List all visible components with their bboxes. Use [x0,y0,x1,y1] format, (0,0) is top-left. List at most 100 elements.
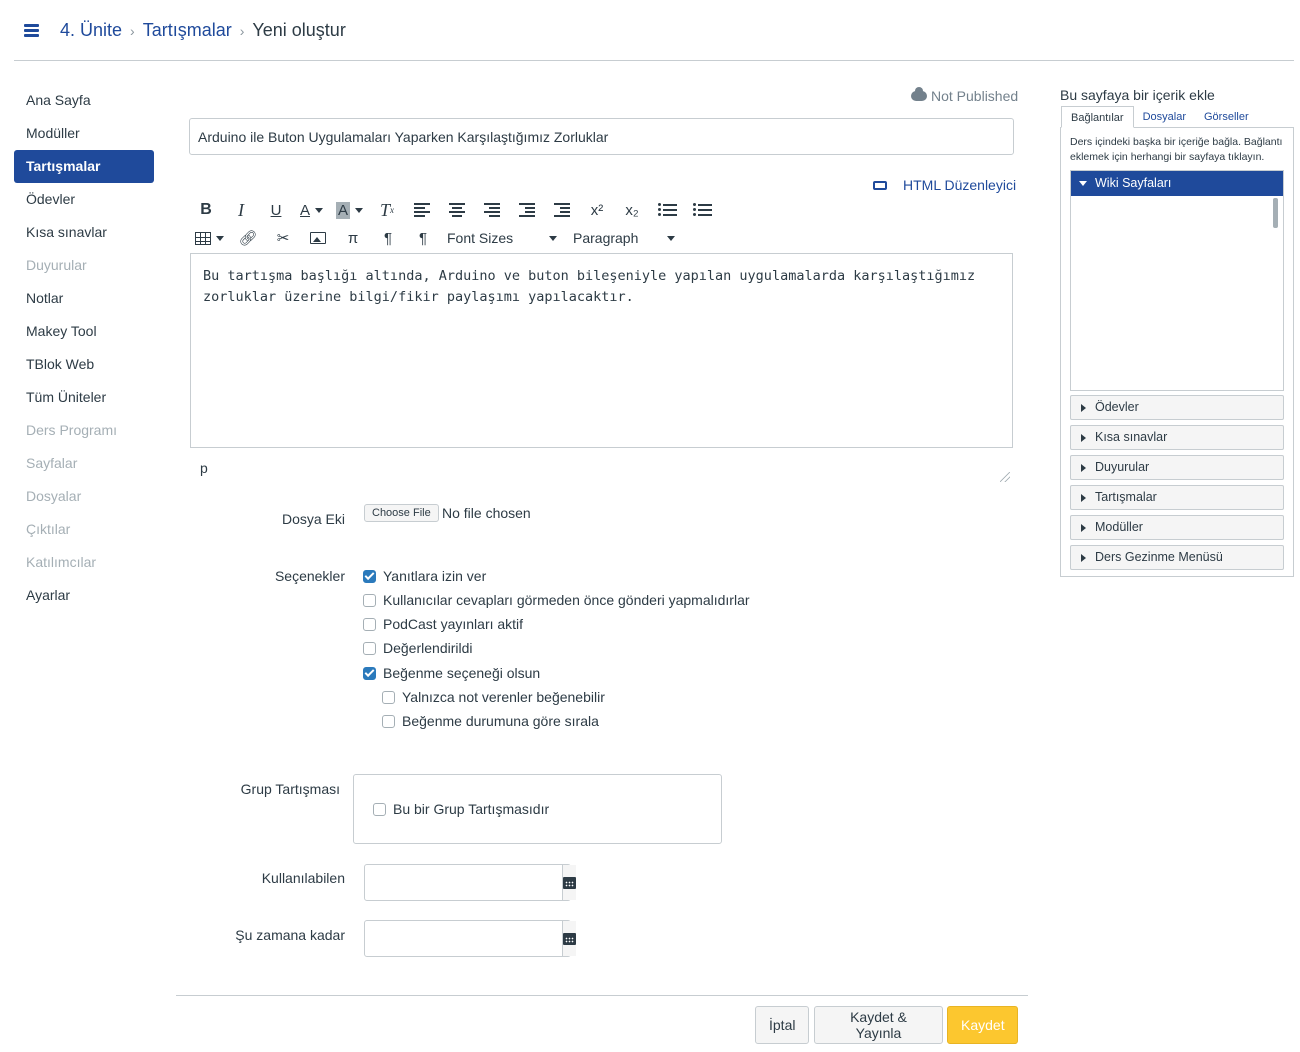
option-checkbox-3[interactable] [363,641,376,655]
option-label-1: Kullanıcılar cevapları görmeden önce gön… [383,592,750,608]
option-row-3[interactable]: Değerlendirildi [363,640,473,656]
option-label-4: Beğenme seçeneği olsun [383,665,541,681]
wiki-pages-section: Wiki Sayfaları [1070,170,1284,391]
option-row-1[interactable]: Kullanıcılar cevapları görmeden önce gön… [363,592,750,608]
content-sidebar-tabs: Bağlantılar Dosyalar Görseller [1061,106,1258,128]
sidebar-section-5[interactable]: Ders Gezinme Menüsü [1070,545,1284,570]
indent-icon[interactable] [551,199,573,221]
option-row-0[interactable]: Yanıtlara izin ver [363,568,486,584]
numbered-list-icon[interactable] [691,199,713,221]
until-calendar-button[interactable] [562,921,576,956]
chevron-right-icon: › [130,22,135,39]
nav-item-8[interactable]: TBlok Web [14,348,154,381]
available-from-input[interactable] [365,865,562,900]
nav-item-6[interactable]: Notlar [14,282,154,315]
resize-handle-icon[interactable] [1000,472,1010,482]
editor-toolbar-row-2: 🔗︎ ✂ π ¶ ¶ Font Sizes Paragraph [195,227,675,249]
align-center-icon[interactable] [446,199,468,221]
image-icon[interactable] [307,227,329,249]
breadcrumb-discussions[interactable]: Tartışmalar [143,20,232,41]
bullet-list-icon[interactable] [656,199,678,221]
math-equation-icon[interactable]: π [342,227,364,249]
choose-file-button[interactable]: Choose File [364,504,439,522]
option-checkbox-1[interactable] [363,593,376,607]
keyboard-icon [873,180,887,190]
publish-status-label: Not Published [931,88,1019,104]
sidebar-section-3[interactable]: Tartışmalar [1070,485,1284,510]
caret-right-icon [1081,553,1086,562]
bold-button[interactable]: B [195,199,217,221]
until-label: Şu zamana kadar [235,927,345,943]
font-sizes-dropdown[interactable]: Font Sizes [447,230,557,246]
caret-down-icon [1079,181,1087,186]
paragraph-dropdown[interactable]: Paragraph [573,230,675,246]
cancel-button[interactable]: İptal [755,1006,810,1044]
sidebar-section-label: Ders Gezinme Menüsü [1095,550,1223,564]
wiki-pages-header[interactable]: Wiki Sayfaları [1071,171,1283,196]
text-color-button[interactable]: A [300,199,324,221]
rich-text-editor[interactable]: Bu tartışma başlığı altında, Arduino ve … [190,253,1013,448]
sidebar-section-0[interactable]: Ödevler [1070,395,1284,420]
option-checkbox-6[interactable] [382,714,395,728]
caret-right-icon [1081,523,1086,532]
option-label-0: Yanıtlara izin ver [383,568,487,584]
until-input[interactable] [365,921,562,956]
group-discussion-option[interactable]: Bu bir Grup Tartışmasıdır [373,801,549,817]
sidebar-section-2[interactable]: Duyurular [1070,455,1284,480]
underline-button[interactable]: U [265,199,287,221]
hamburger-menu-icon[interactable] [24,24,39,37]
align-left-icon[interactable] [411,199,433,221]
option-row-2[interactable]: PodCast yayınları aktif [363,616,523,632]
save-button[interactable]: Kaydet [947,1006,1018,1044]
tab-files[interactable]: Dosyalar [1134,106,1195,128]
sidebar-section-1[interactable]: Kısa sınavlar [1070,425,1284,450]
scrollbar[interactable] [1273,198,1278,228]
nav-item-9[interactable]: Tüm Üniteler [14,381,154,414]
nav-item-0[interactable]: Ana Sayfa [14,84,154,117]
nav-item-1[interactable]: Modüller [14,117,154,150]
topic-title-input[interactable] [189,118,1014,155]
caret-right-icon [1081,463,1086,472]
align-right-icon[interactable] [481,199,503,221]
nav-item-12: Dosyalar [26,488,82,504]
rtl-direction-icon[interactable]: ¶ [412,227,434,249]
nav-item-4[interactable]: Kısa sınavlar [14,216,154,249]
caret-right-icon [1081,433,1086,442]
clear-formatting-button[interactable]: Tx [376,199,398,221]
table-icon[interactable] [195,227,224,249]
chevron-down-icon [667,235,675,241]
nav-item-7[interactable]: Makey Tool [14,315,154,348]
option-label-5: Yalnızca not verenler beğenebilir [402,689,605,705]
nav-item-10: Ders Programı [26,422,118,438]
option-checkbox-2[interactable] [363,617,376,631]
option-row-4[interactable]: Beğenme seçeneği olsun [363,665,540,681]
unlink-icon[interactable]: ✂ [272,227,294,249]
tab-images[interactable]: Görseller [1195,106,1258,128]
available-from-calendar-button[interactable] [562,865,576,900]
option-checkbox-0[interactable] [363,569,376,583]
group-discussion-checkbox[interactable] [373,802,386,816]
option-row-6[interactable]: Beğenme durumuna göre sırala [382,713,599,729]
option-row-5[interactable]: Yalnızca not verenler beğenebilir [382,689,605,705]
nav-item-2[interactable]: Tartışmalar [14,150,154,183]
outdent-icon[interactable] [516,199,538,221]
html-editor-link[interactable]: HTML Düzenleyici [873,177,1016,193]
breadcrumb-course[interactable]: 4. Ünite [60,20,122,41]
save-and-publish-button[interactable]: Kaydet & Yayınla [814,1006,943,1044]
background-color-button[interactable]: A [336,199,364,221]
superscript-icon[interactable]: x² [586,199,608,221]
option-checkbox-4[interactable] [363,666,376,680]
tab-links[interactable]: Bağlantılar [1061,106,1134,128]
footer-divider [176,995,1028,996]
caret-right-icon [1081,493,1086,502]
link-icon[interactable]: 🔗︎ [237,227,259,249]
sidebar-section-4[interactable]: Modüller [1070,515,1284,540]
paragraph-label: Paragraph [573,230,639,246]
nav-item-3[interactable]: Ödevler [14,183,154,216]
italic-button[interactable]: I [230,199,252,221]
subscript-icon[interactable]: x₂ [621,199,643,221]
option-checkbox-5[interactable] [382,690,395,704]
nav-item-15[interactable]: Ayarlar [14,579,154,612]
sidebar-section-label: Duyurular [1095,460,1150,474]
ltr-direction-icon[interactable]: ¶ [377,227,399,249]
